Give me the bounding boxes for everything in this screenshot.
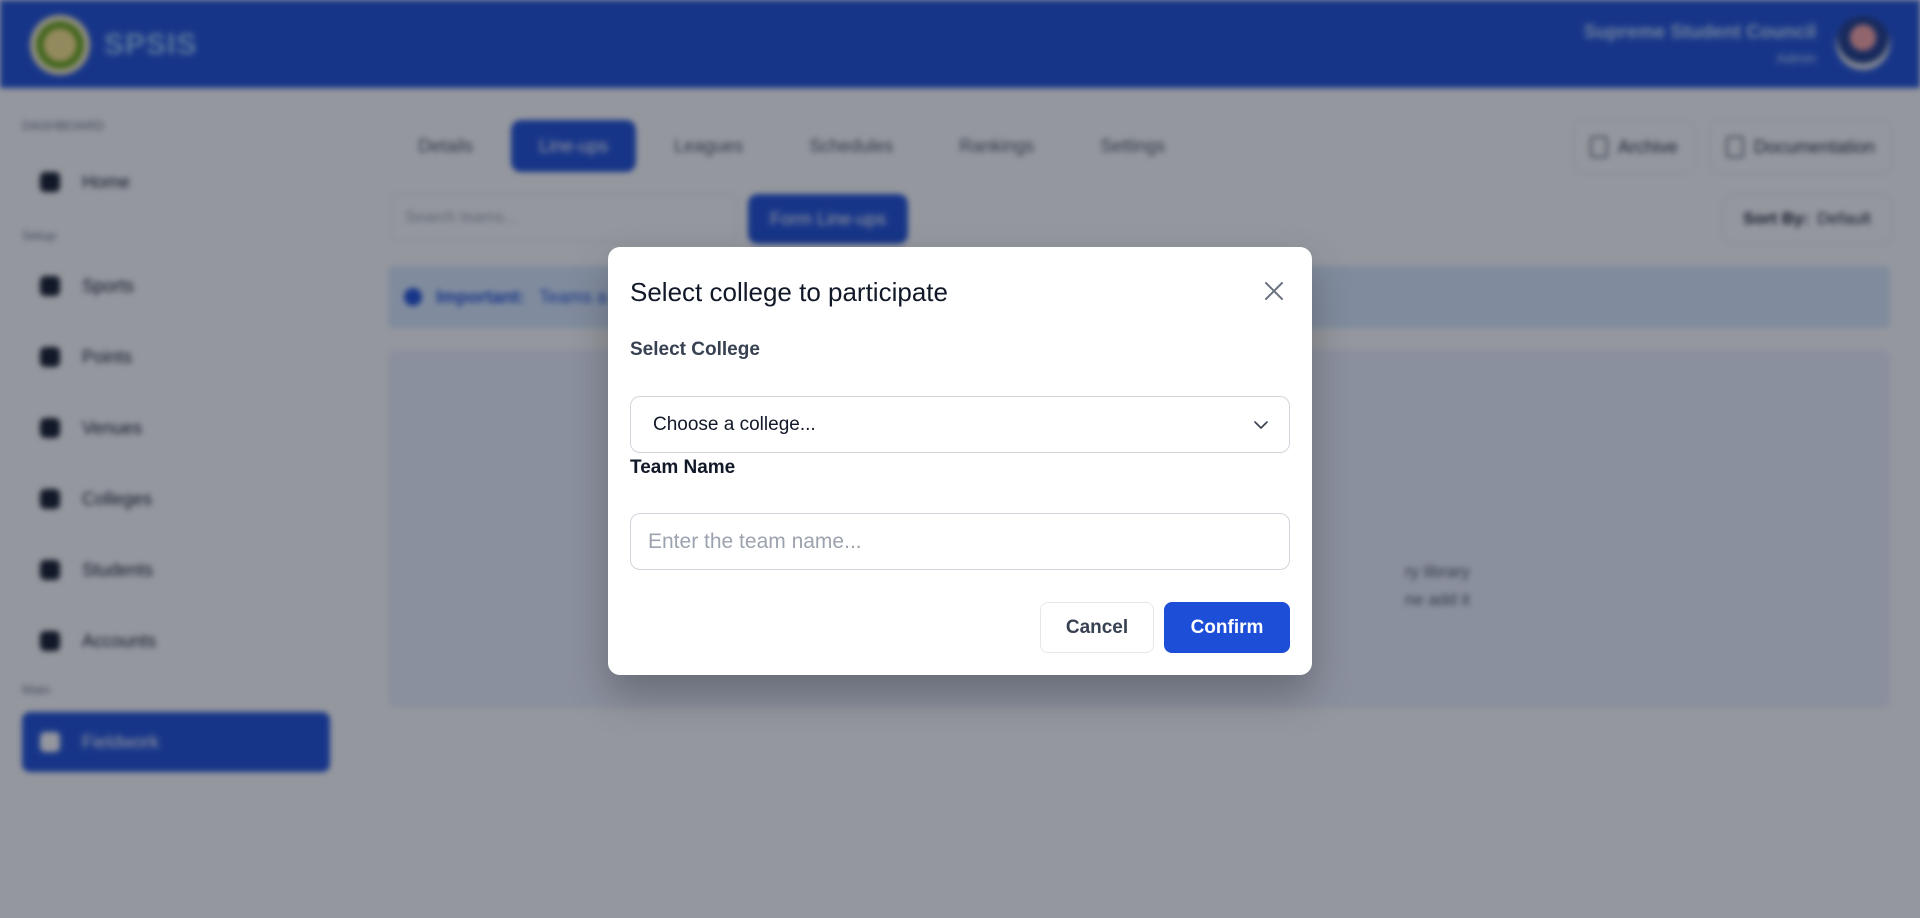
close-icon xyxy=(1265,282,1283,300)
college-select-value: Choose a college... xyxy=(653,413,816,435)
team-name-input[interactable] xyxy=(630,513,1290,570)
team-name-label: Team Name xyxy=(630,457,736,478)
select-college-modal: Select college to participate Select Col… xyxy=(608,247,1312,675)
confirm-button[interactable]: Confirm xyxy=(1164,602,1290,653)
chevron-down-icon xyxy=(1254,421,1268,429)
college-field-label: Select College xyxy=(630,339,760,360)
close-button[interactable] xyxy=(1258,275,1290,307)
modal-title: Select college to participate xyxy=(630,277,948,307)
cancel-button[interactable]: Cancel xyxy=(1040,602,1154,653)
college-select[interactable]: Choose a college... xyxy=(630,396,1290,453)
